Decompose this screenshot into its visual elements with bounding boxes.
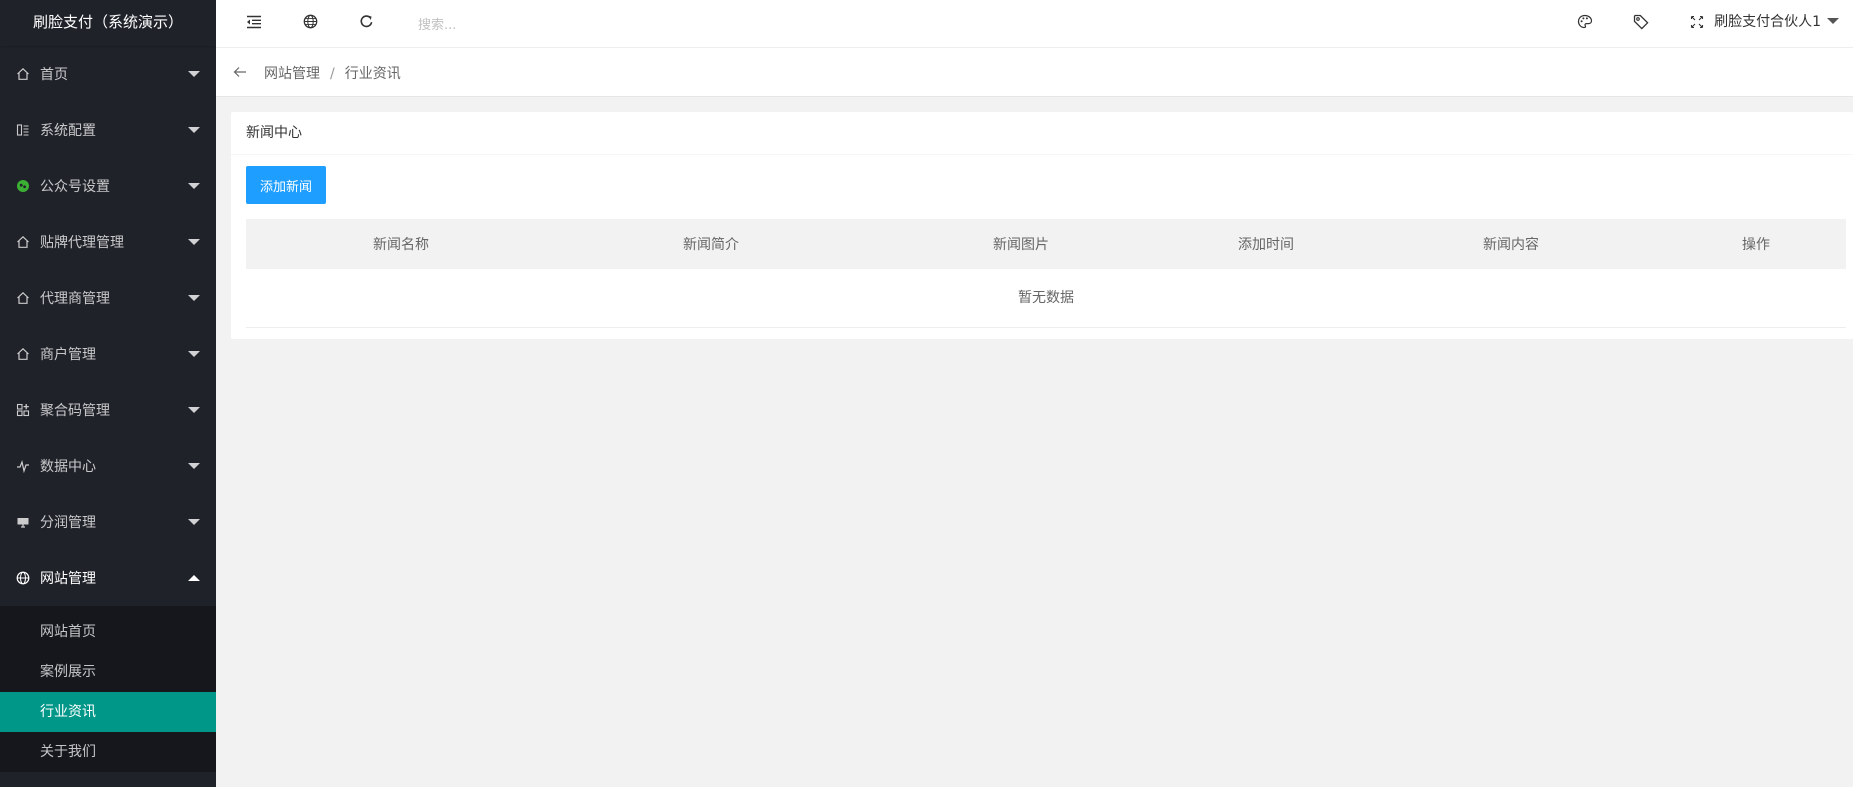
sidebar-item-oem-agent[interactable]: 贴牌代理管理 [0, 214, 216, 270]
settings-icon [16, 123, 30, 137]
sidebar-item-home[interactable]: 首页 [0, 46, 216, 102]
column-header-news-content[interactable]: 新闻内容 [1356, 234, 1666, 254]
user-menu[interactable]: 刷脸支付合伙人1 [1714, 0, 1853, 47]
news-center-card: 新闻中心 添加新闻 新闻名称 新闻简介 新闻图片 添加时间 新闻内容 操作 暂无… [231, 112, 1853, 339]
breadcrumb-bar: 网站管理 / 行业资讯 [216, 48, 1853, 97]
column-header-actions[interactable]: 操作 [1666, 234, 1846, 254]
submenu-item-cases[interactable]: 案例展示 [0, 652, 216, 692]
refresh-icon [359, 14, 374, 33]
sidebar-item-profit[interactable]: 分润管理 [0, 494, 216, 550]
menu-collapse-button[interactable] [234, 0, 274, 47]
table-header: 新闻名称 新闻简介 新闻图片 添加时间 新闻内容 操作 [246, 219, 1846, 269]
sidebar-menu: 首页 系统配置 公众号设置 贴牌代理管理 代理商管理 商户管理 聚合码管理 数据… [0, 46, 216, 606]
globe-icon [303, 14, 318, 33]
home-icon [16, 235, 30, 249]
sidebar-item-qrcode[interactable]: 聚合码管理 [0, 382, 216, 438]
sidebar-item-label: 聚合码管理 [40, 403, 110, 419]
breadcrumb-parent[interactable]: 网站管理 [264, 66, 320, 82]
website-icon [16, 571, 30, 585]
submenu-item-industry-news[interactable]: 行业资讯 [0, 692, 216, 732]
sidebar-item-label: 系统配置 [40, 123, 96, 139]
column-header-add-time[interactable]: 添加时间 [1176, 234, 1356, 254]
qrcode-icon [16, 403, 30, 417]
top-header: 刷脸支付合伙人1 [216, 0, 1853, 48]
sidebar-item-wechat[interactable]: 公众号设置 [0, 158, 216, 214]
notes-button[interactable] [1621, 0, 1661, 47]
sidebar-item-label: 商户管理 [40, 347, 96, 363]
chevron-down-icon [1827, 17, 1839, 24]
website-submenu: 网站首页 案例展示 行业资讯 关于我们 [0, 606, 216, 772]
sidebar-item-label: 代理商管理 [40, 291, 110, 307]
user-name: 刷脸支付合伙人1 [1714, 14, 1821, 30]
column-header-news-image[interactable]: 新闻图片 [866, 234, 1176, 254]
fullscreen-button[interactable] [1677, 0, 1717, 47]
column-header-news-name[interactable]: 新闻名称 [246, 234, 556, 254]
sidebar-item-merchant[interactable]: 商户管理 [0, 326, 216, 382]
home-icon [16, 347, 30, 361]
chevron-down-icon [188, 127, 200, 133]
wechat-icon [16, 179, 30, 193]
home-icon [16, 67, 30, 81]
sidebar-item-data-center[interactable]: 数据中心 [0, 438, 216, 494]
chevron-down-icon [188, 239, 200, 245]
sidebar-item-label: 公众号设置 [40, 179, 110, 195]
arrow-left-icon [233, 63, 247, 82]
breadcrumb-separator: / [330, 66, 335, 82]
sidebar-item-label: 贴牌代理管理 [40, 235, 124, 251]
sidebar-item-label: 网站管理 [40, 571, 96, 587]
sidebar-item-label: 数据中心 [40, 459, 96, 475]
table-empty-text: 暂无数据 [246, 269, 1846, 328]
refresh-button[interactable] [346, 0, 386, 47]
sidebar-item-website[interactable]: 网站管理 [0, 550, 216, 606]
card-title: 新闻中心 [231, 112, 1853, 155]
sidebar-item-agent[interactable]: 代理商管理 [0, 270, 216, 326]
chevron-down-icon [188, 295, 200, 301]
chevron-down-icon [188, 519, 200, 525]
back-button[interactable] [230, 62, 250, 82]
monitor-icon [16, 515, 30, 529]
submenu-item-about-us[interactable]: 关于我们 [0, 732, 216, 772]
breadcrumb: 网站管理 / 行业资讯 [264, 63, 401, 83]
add-news-button[interactable]: 添加新闻 [246, 166, 326, 204]
chevron-up-icon [188, 575, 200, 581]
chevron-down-icon [188, 407, 200, 413]
column-header-news-summary[interactable]: 新闻简介 [556, 234, 866, 254]
search-input[interactable] [416, 12, 680, 38]
chevron-down-icon [188, 351, 200, 357]
theme-button[interactable] [1565, 0, 1605, 47]
sidebar-item-label: 首页 [40, 67, 68, 83]
submenu-item-site-home[interactable]: 网站首页 [0, 612, 216, 652]
chevron-down-icon [188, 463, 200, 469]
chevron-down-icon [188, 183, 200, 189]
sidebar-item-label: 分润管理 [40, 515, 96, 531]
website-home-button[interactable] [290, 0, 330, 47]
palette-icon [1577, 14, 1593, 33]
breadcrumb-current[interactable]: 行业资讯 [345, 66, 401, 82]
chart-icon [16, 459, 30, 473]
app-logo-title[interactable]: 刷脸支付（系统演示） [0, 0, 216, 46]
fullscreen-icon [1690, 14, 1704, 33]
sidebar-item-system-config[interactable]: 系统配置 [0, 102, 216, 158]
indent-icon [246, 14, 262, 33]
sidebar: 刷脸支付（系统演示） 首页 系统配置 公众号设置 贴牌代理管理 代理商管理 商户… [0, 0, 216, 787]
tag-icon [1633, 14, 1649, 34]
home-icon [16, 291, 30, 305]
news-table: 新闻名称 新闻简介 新闻图片 添加时间 新闻内容 操作 暂无数据 [246, 219, 1846, 328]
chevron-down-icon [188, 71, 200, 77]
